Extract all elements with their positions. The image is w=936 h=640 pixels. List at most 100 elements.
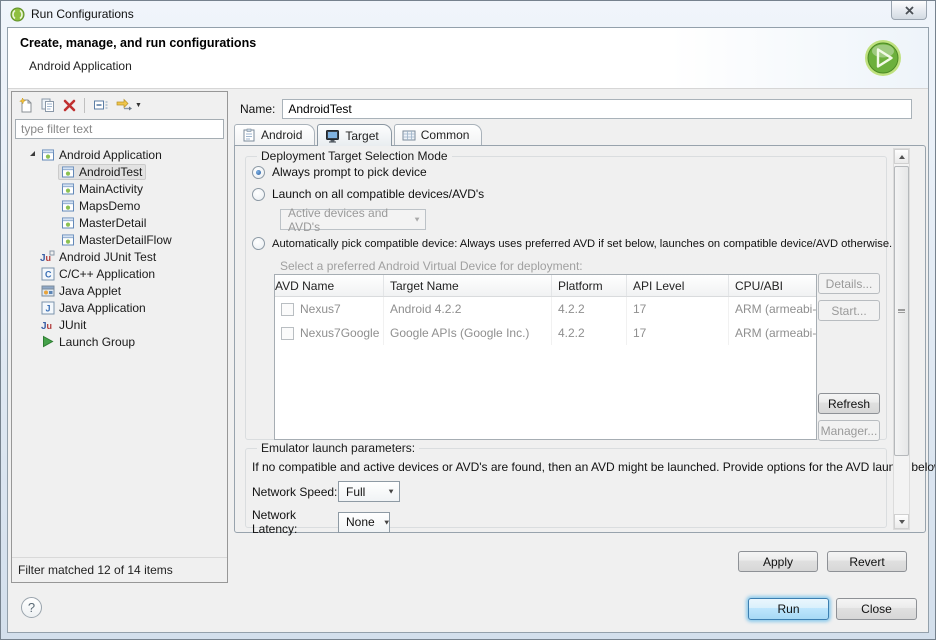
refresh-button[interactable]: Refresh xyxy=(818,393,880,414)
tree-item-mapsdemo[interactable]: MapsDemo xyxy=(12,197,227,214)
tree-item-label: JUnit xyxy=(59,318,86,332)
avd-name-cell: Nexus7 xyxy=(300,302,341,316)
apply-button[interactable]: Apply xyxy=(738,551,818,572)
expand-collapse-icon[interactable] xyxy=(30,151,35,156)
filter-menu-caret-icon[interactable]: ▼ xyxy=(135,102,142,109)
dialog-footer: ? Run Close xyxy=(8,587,928,632)
header-banner: Create, manage, and run configurations A… xyxy=(8,28,928,89)
tree-item-label: MasterDetailFlow xyxy=(79,233,172,247)
run-button[interactable]: Run xyxy=(748,598,829,620)
network-speed-combo[interactable]: Full ▼ xyxy=(338,481,400,502)
help-icon: ? xyxy=(28,600,35,615)
tree-item-label: Android JUnit Test xyxy=(59,250,156,264)
tab-label: Common xyxy=(421,128,470,142)
tab-target[interactable]: Target xyxy=(317,124,391,146)
api-level-cell: 17 xyxy=(627,321,729,345)
column-header[interactable]: CPU/ABI xyxy=(729,275,816,296)
close-button[interactable]: Close xyxy=(836,598,917,620)
tree-item-java-application[interactable]: J Java Application xyxy=(12,299,227,316)
radio-auto-pick[interactable]: Automatically pick compatible device: Al… xyxy=(252,237,892,250)
tree-item-masterdetailflow[interactable]: MasterDetailFlow xyxy=(12,231,227,248)
delete-configuration-button[interactable] xyxy=(63,99,76,112)
avd-row[interactable]: Nexus7Google Google APIs (Google Inc.) 4… xyxy=(275,321,816,345)
group-title: Deployment Target Selection Mode xyxy=(257,149,452,163)
filter-status: Filter matched 12 of 14 items xyxy=(12,557,227,582)
radio-label: Automatically pick compatible device: Al… xyxy=(272,238,892,250)
radio-button-icon[interactable] xyxy=(252,237,265,250)
new-configuration-button[interactable] xyxy=(18,97,33,113)
tree-item-android-application[interactable]: Android Application xyxy=(12,146,227,163)
configurations-tree: Android Application AndroidTest MainActi… xyxy=(12,142,227,557)
filter-icon xyxy=(116,98,133,112)
tree-item-junit[interactable]: Ju JUnit xyxy=(12,316,227,333)
configuration-name-input[interactable] xyxy=(282,99,912,119)
tree-item-launch-group[interactable]: Launch Group xyxy=(12,333,227,350)
tree-item-label: MasterDetail xyxy=(79,216,146,230)
common-tab-icon xyxy=(402,129,416,142)
column-header[interactable]: API Level xyxy=(627,275,729,296)
radio-button-icon[interactable] xyxy=(252,166,265,179)
help-button[interactable]: ? xyxy=(21,597,42,618)
combo-caret-icon: ▼ xyxy=(383,518,391,526)
combo-value: Full xyxy=(346,485,365,499)
column-header[interactable]: Target Name xyxy=(384,275,552,296)
cpu-abi-cell: ARM (armeabi-v7... xyxy=(729,297,816,321)
radio-launch-all[interactable]: Launch on all compatible devices/AVD's xyxy=(252,187,484,201)
details-button[interactable]: Details... xyxy=(818,273,880,294)
delete-icon xyxy=(63,99,76,112)
start-button[interactable]: Start... xyxy=(818,300,880,321)
tree-item-mainactivity[interactable]: MainActivity xyxy=(12,180,227,197)
apply-revert-row: Apply Revert xyxy=(738,551,907,572)
android-application-icon xyxy=(60,233,75,247)
tree-item-masterdetail[interactable]: MasterDetail xyxy=(12,214,227,231)
tab-android[interactable]: Android xyxy=(234,124,315,145)
title-bar[interactable]: Run Configurations xyxy=(1,1,935,27)
svg-text:C: C xyxy=(45,269,52,279)
new-launch-config-icon xyxy=(18,97,33,113)
android-application-icon xyxy=(60,216,75,230)
column-header[interactable]: AVD Name xyxy=(275,275,384,296)
tree-item-android-junit-test[interactable]: Ju Android JUnit Test xyxy=(12,248,227,265)
avd-row[interactable]: Nexus7 Android 4.2.2 4.2.2 17 ARM (armea… xyxy=(275,297,816,321)
tab-common[interactable]: Common xyxy=(394,124,483,145)
app-icon xyxy=(10,7,25,22)
combo-value: None xyxy=(346,515,375,529)
combo-caret-icon: ▼ xyxy=(413,216,421,224)
column-header[interactable]: Platform xyxy=(552,275,627,296)
scroll-up-button[interactable] xyxy=(894,149,909,164)
network-latency-combo[interactable]: None ▼ xyxy=(338,512,390,533)
tree-item-label: Java Application xyxy=(59,301,146,315)
duplicate-configuration-button[interactable] xyxy=(40,97,56,113)
radio-always-prompt[interactable]: Always prompt to pick device xyxy=(252,165,427,179)
scroll-down-button[interactable] xyxy=(894,514,909,529)
scrollbar-track[interactable] xyxy=(894,164,909,514)
android-application-icon xyxy=(40,148,55,162)
tree-item-label: AndroidTest xyxy=(79,165,142,179)
scrollbar-thumb[interactable] xyxy=(894,166,909,456)
filter-input[interactable] xyxy=(15,119,224,139)
android-tab-icon xyxy=(242,128,256,142)
launch-group-icon xyxy=(40,335,55,349)
deployment-target-group: Deployment Target Selection Mode Always … xyxy=(245,156,887,440)
dialog-client-area: Create, manage, and run configurations A… xyxy=(7,27,929,633)
close-icon xyxy=(905,6,914,15)
banner-subtitle: Android Application xyxy=(29,59,132,73)
window-close-button[interactable] xyxy=(891,1,927,20)
radio-label: Always prompt to pick device xyxy=(272,165,427,179)
tree-item-androidtest[interactable]: AndroidTest xyxy=(12,163,227,180)
window-title: Run Configurations xyxy=(31,7,134,21)
api-level-cell: 17 xyxy=(627,297,729,321)
tree-item-label: MainActivity xyxy=(79,182,143,196)
tree-item-c-cpp-application[interactable]: C C/C++ Application xyxy=(12,265,227,282)
content-scrollbar[interactable] xyxy=(893,148,910,530)
manager-button[interactable]: Manager... xyxy=(818,420,880,441)
android-application-icon xyxy=(60,199,75,213)
revert-button[interactable]: Revert xyxy=(827,551,907,572)
avd-checkbox[interactable] xyxy=(281,303,294,316)
radio-button-icon[interactable] xyxy=(252,188,265,201)
tab-label: Android xyxy=(261,128,302,142)
collapse-all-button[interactable] xyxy=(93,98,109,112)
avd-checkbox[interactable] xyxy=(281,327,294,340)
filter-launch-configurations-button[interactable]: ▼ xyxy=(116,98,142,112)
tree-item-java-applet[interactable]: Java Applet xyxy=(12,282,227,299)
